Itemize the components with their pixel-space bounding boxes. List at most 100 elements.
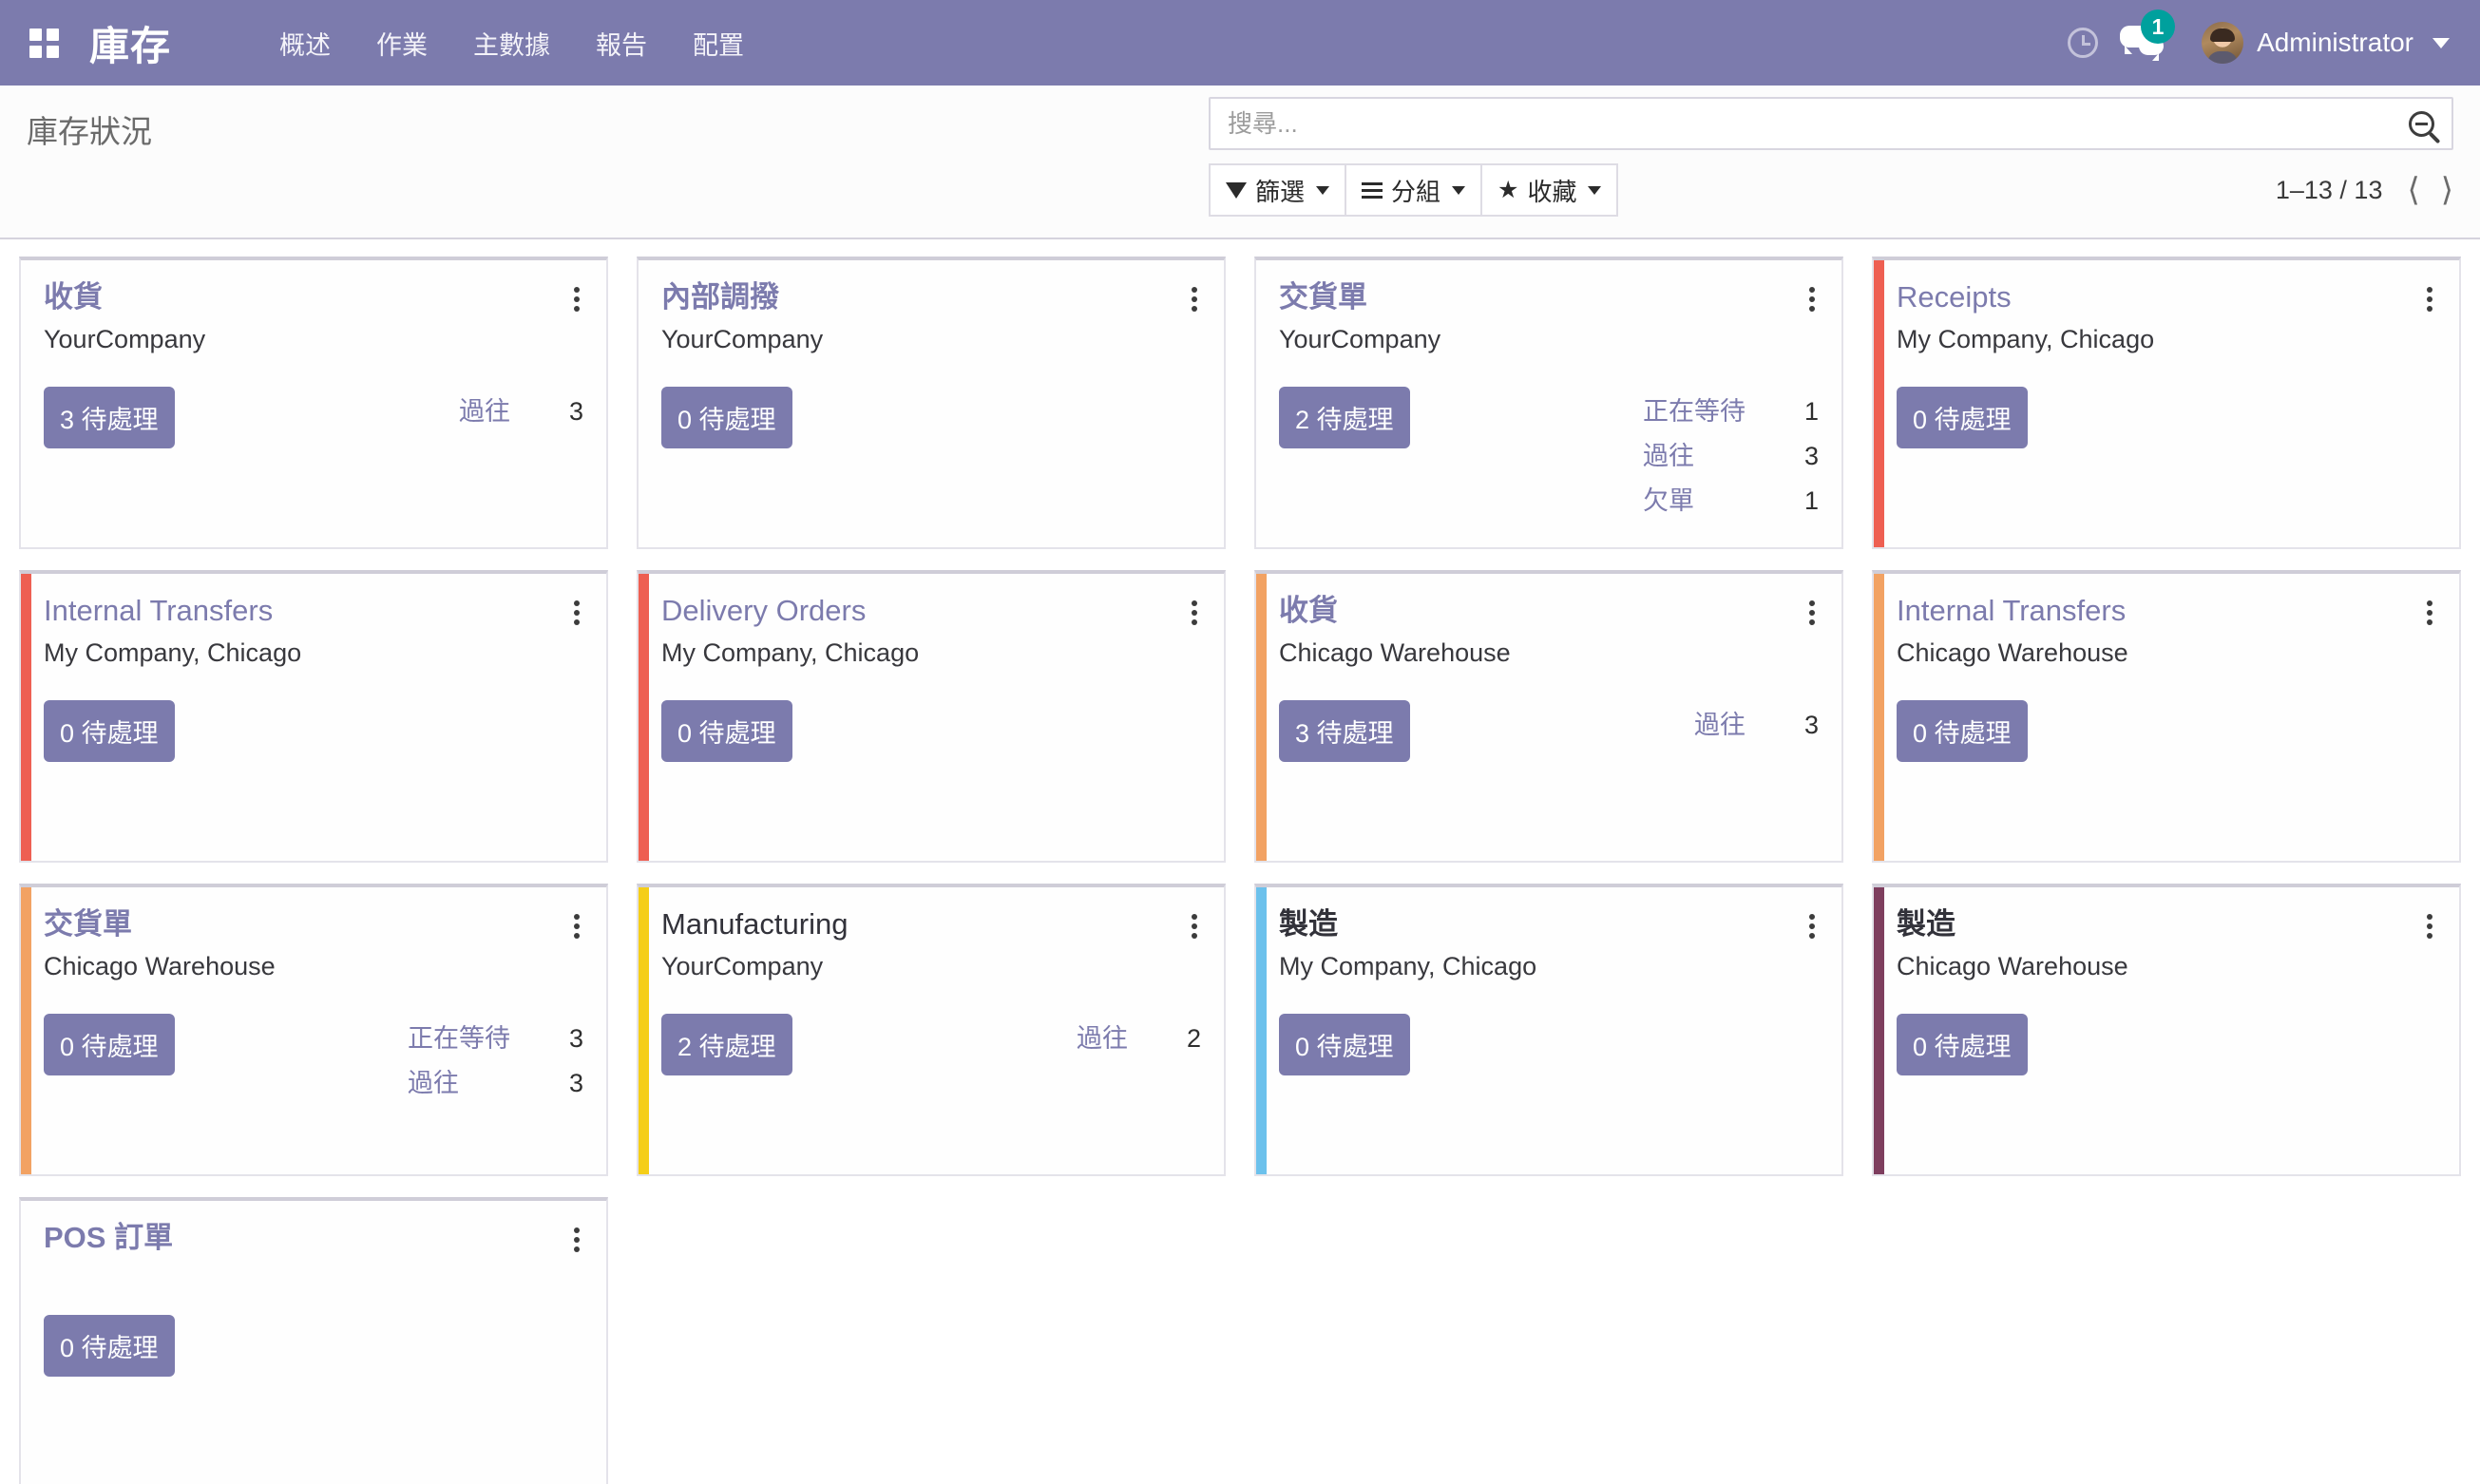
kanban-card[interactable]: Internal Transfers Chicago Warehouse 0 待處理: [1872, 570, 2461, 863]
vertical-dots-icon[interactable]: [1798, 908, 1819, 944]
kanban-card[interactable]: 交貨單 YourCompany 2 待處理 正在等待 1 過往 3 欠單 1: [1254, 257, 1843, 549]
activities-button[interactable]: [2051, 11, 2114, 74]
pending-count-button[interactable]: 0 待處理: [44, 700, 175, 762]
stat-label[interactable]: 過往: [459, 390, 510, 428]
vertical-dots-icon[interactable]: [2415, 281, 2436, 317]
vertical-dots-icon[interactable]: [563, 281, 583, 317]
kanban-card[interactable]: 內部調撥 YourCompany 0 待處理: [637, 257, 1226, 549]
kanban-card-title[interactable]: Internal Transfers: [44, 594, 273, 627]
kanban-card-title[interactable]: POS 訂單: [44, 1221, 173, 1254]
kanban-card-header: POS 訂單: [44, 1221, 583, 1258]
kanban-card-title[interactable]: 製造: [1897, 907, 1955, 941]
kanban-card-subtitle: YourCompany: [44, 325, 206, 353]
stat-value: 2: [1186, 1024, 1201, 1053]
search-input[interactable]: [1228, 108, 2409, 139]
vertical-dots-icon[interactable]: [1798, 281, 1819, 317]
kanban-card-subtitle: YourCompany: [661, 952, 824, 980]
app-brand-title[interactable]: 庫存: [89, 14, 171, 72]
vertical-dots-icon[interactable]: [563, 1222, 583, 1258]
stat-value: 1: [1803, 397, 1819, 426]
kanban-card-title[interactable]: 收貨: [44, 280, 103, 314]
filters-dropdown-button[interactable]: 篩選: [1209, 163, 1347, 217]
kanban-card-body: 0 待處理: [44, 1315, 583, 1377]
kanban-card-title[interactable]: 交貨單: [44, 907, 132, 941]
kanban-card[interactable]: 製造 Chicago Warehouse 0 待處理: [1872, 884, 2461, 1176]
pending-count-button[interactable]: 2 待處理: [1279, 387, 1410, 448]
favorites-dropdown-button[interactable]: ★ 收藏: [1480, 163, 1619, 217]
stat-label[interactable]: 過往: [1643, 435, 1746, 472]
stat-value: 3: [568, 1069, 583, 1097]
pending-count-button[interactable]: 0 待處理: [661, 387, 792, 448]
messages-button[interactable]: 1: [2114, 10, 2177, 74]
vertical-dots-icon[interactable]: [563, 595, 583, 631]
menu-item-configuration[interactable]: 配置: [670, 15, 767, 71]
kanban-card-body: 0 待處理 正在等待 3 過往 3: [44, 1014, 583, 1099]
kanban-card-title[interactable]: Manufacturing: [661, 907, 848, 941]
kanban-card-color-bar: [1256, 887, 1267, 1174]
vertical-dots-icon[interactable]: [2415, 595, 2436, 631]
vertical-dots-icon[interactable]: [1180, 908, 1201, 944]
kanban-card[interactable]: Internal Transfers My Company, Chicago 0 待…: [19, 570, 608, 863]
pending-count-button[interactable]: 2 待處理: [661, 1014, 792, 1075]
kanban-card-title[interactable]: Receipts: [1897, 280, 2012, 314]
vertical-dots-icon[interactable]: [2415, 908, 2436, 944]
stat-label[interactable]: 過往: [1077, 1018, 1128, 1055]
stat-label[interactable]: 正在等待: [408, 1018, 510, 1055]
chevron-right-icon[interactable]: ⟩: [2441, 174, 2453, 206]
stat-label[interactable]: 過往: [408, 1062, 510, 1099]
menu-item-master-data[interactable]: 主數據: [450, 15, 573, 71]
kanban-card-title[interactable]: 製造: [1279, 907, 1338, 941]
pager-range[interactable]: 1–13 / 13: [2276, 176, 2383, 205]
stat-label[interactable]: 過往: [1694, 704, 1746, 741]
kanban-card-title[interactable]: Delivery Orders: [661, 594, 866, 627]
kanban-card[interactable]: Manufacturing YourCompany 2 待處理 過往 2: [637, 884, 1226, 1176]
vertical-dots-icon[interactable]: [1798, 595, 1819, 631]
kanban-card-header: Internal Transfers: [1897, 594, 2436, 631]
kanban-card[interactable]: 收貨 YourCompany 3 待處理 過往 3: [19, 257, 608, 549]
menu-item-operations[interactable]: 作業: [353, 15, 450, 71]
vertical-dots-icon[interactable]: [1180, 281, 1201, 317]
pending-count-button[interactable]: 0 待處理: [1897, 387, 2028, 448]
menu-item-reporting[interactable]: 報告: [573, 15, 670, 71]
stat-label[interactable]: 正在等待: [1643, 390, 1746, 428]
stat-label[interactable]: 欠單: [1643, 480, 1746, 517]
pending-count-button[interactable]: 0 待處理: [44, 1014, 175, 1075]
kanban-card-header: 交貨單: [1279, 280, 1819, 317]
kanban-card[interactable]: 製造 My Company, Chicago 0 待處理: [1254, 884, 1843, 1176]
kanban-card[interactable]: POS 訂單 0 待處理: [19, 1197, 608, 1484]
kanban-card[interactable]: 交貨單 Chicago Warehouse 0 待處理 正在等待 3 過往 3: [19, 884, 608, 1176]
pending-count-button[interactable]: 0 待處理: [1897, 700, 2028, 762]
vertical-dots-icon[interactable]: [563, 908, 583, 944]
user-menu-toggle[interactable]: Administrator: [2198, 16, 2453, 69]
chevron-left-icon[interactable]: ⟨: [2407, 174, 2419, 206]
kanban-card[interactable]: 收貨 Chicago Warehouse 3 待處理 過往 3: [1254, 570, 1843, 863]
kanban-card-header: 交貨單: [44, 907, 583, 944]
kanban-card-header: 收貨: [1279, 594, 1819, 631]
kanban-card-header: Receipts: [1897, 280, 2436, 317]
kanban-card[interactable]: Delivery Orders My Company, Chicago 0 待處理: [637, 570, 1226, 863]
groupby-dropdown-button[interactable]: 分組: [1345, 163, 1483, 217]
pending-count-button[interactable]: 0 待處理: [1279, 1014, 1410, 1075]
menu-item-overview[interactable]: 概述: [257, 15, 353, 71]
kanban-card-title[interactable]: 交貨單: [1279, 280, 1367, 314]
kanban-card-header: 製造: [1897, 907, 2436, 944]
pending-count-button[interactable]: 3 待處理: [44, 387, 175, 448]
stat-value: 3: [1803, 442, 1819, 470]
apps-menu-toggle[interactable]: [19, 18, 68, 67]
pending-count-button[interactable]: 0 待處理: [661, 700, 792, 762]
top-navbar: 庫存 概述 作業 主數據 報告 配置 1 Administrator: [0, 0, 2480, 86]
pending-count-button[interactable]: 3 待處理: [1279, 700, 1410, 762]
kanban-card-title[interactable]: Internal Transfers: [1897, 594, 2126, 627]
kanban-card-title[interactable]: 收貨: [1279, 594, 1338, 627]
kanban-card[interactable]: Receipts My Company, Chicago 0 待處理: [1872, 257, 2461, 549]
kanban-card-title[interactable]: 內部調撥: [661, 280, 779, 314]
kanban-card-color-bar: [1874, 887, 1884, 1174]
favorites-label: 收藏: [1527, 177, 1577, 206]
kanban-card-header: Manufacturing: [661, 907, 1201, 944]
pending-count-button[interactable]: 0 待處理: [44, 1315, 175, 1377]
kanban-card-body: 2 待處理 過往 2: [661, 1014, 1201, 1075]
pending-count-button[interactable]: 0 待處理: [1897, 1014, 2028, 1075]
search-view[interactable]: [1209, 97, 2453, 150]
search-icon[interactable]: [2409, 110, 2434, 137]
vertical-dots-icon[interactable]: [1180, 595, 1201, 631]
